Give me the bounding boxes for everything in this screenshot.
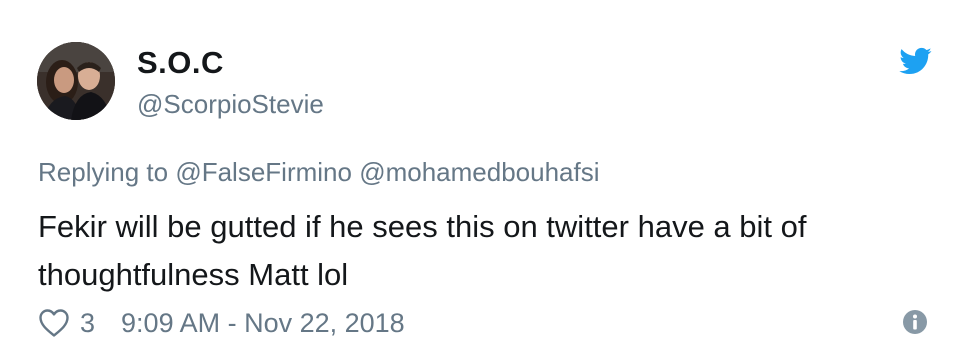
info-icon[interactable] — [902, 309, 928, 335]
mention-link[interactable]: @FalseFirmino — [175, 157, 352, 187]
display-name[interactable]: S.O.C — [137, 45, 224, 81]
tweet-text-line: Fekir will be gutted if he sees this on … — [38, 209, 807, 244]
tweet-card: S.O.C @ScorpioStevie Replying to @FalseF… — [0, 0, 976, 361]
like-count: 3 — [80, 307, 96, 338]
avatar[interactable] — [37, 42, 115, 120]
mention-link[interactable]: @mohamedbouhafsi — [359, 157, 599, 187]
heart-icon — [39, 309, 69, 337]
tweet-footer: 3 9:09 AM - Nov 22, 2018 — [38, 305, 405, 341]
twitter-bird-icon[interactable] — [896, 44, 934, 78]
reply-context: Replying to @FalseFirmino @mohamedbouhaf… — [38, 157, 600, 188]
tweet-text: Fekir will be gutted if he sees this on … — [38, 203, 938, 299]
tweet-text-line: thoughtfulness Matt lol — [38, 257, 349, 292]
user-handle[interactable]: @ScorpioStevie — [137, 89, 324, 120]
avatar-photo — [37, 42, 115, 120]
tweet-timestamp[interactable]: 9:09 AM - Nov 22, 2018 — [121, 308, 405, 339]
like-button[interactable]: 3 — [38, 308, 95, 339]
reply-prefix: Replying to — [38, 157, 169, 187]
